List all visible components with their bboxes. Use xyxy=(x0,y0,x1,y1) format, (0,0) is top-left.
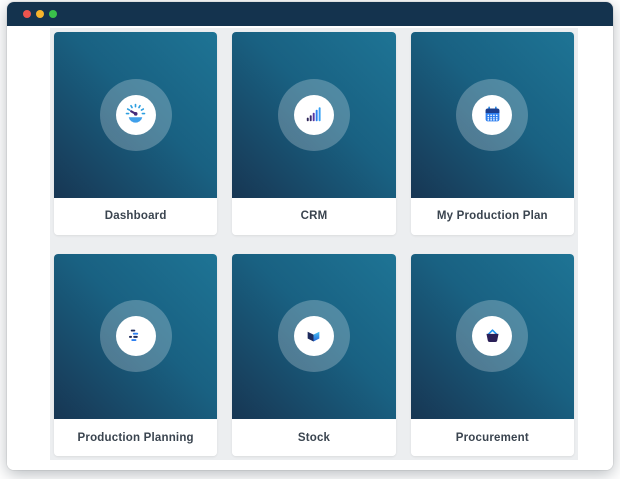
app-grid: Dashboard CRM My Production Plan Product… xyxy=(54,32,574,456)
app-tile-stock[interactable]: Stock xyxy=(232,253,396,456)
icon-circle xyxy=(472,94,513,135)
gauge-icon xyxy=(125,103,146,123)
browser-window: Dashboard CRM My Production Plan Product… xyxy=(7,2,613,470)
box-icon xyxy=(308,331,320,342)
app-tile-my-production-plan[interactable]: My Production Plan xyxy=(410,32,574,235)
icon-circle xyxy=(115,94,156,135)
tile-art xyxy=(54,32,218,198)
tile-art xyxy=(232,253,396,419)
traffic-light-minimize[interactable] xyxy=(36,10,44,18)
icon-circle xyxy=(115,316,156,357)
tile-label: Procurement xyxy=(410,419,574,456)
basket-icon xyxy=(486,329,499,342)
icon-circle xyxy=(293,94,334,135)
traffic-light-maximize[interactable] xyxy=(49,10,57,18)
gantt-chart-icon xyxy=(129,329,139,341)
icon-halo xyxy=(277,300,350,373)
bar-chart-icon xyxy=(307,107,322,122)
titlebar xyxy=(7,2,613,26)
icon-halo xyxy=(277,78,350,151)
app-tile-production-planning[interactable]: Production Planning xyxy=(54,253,218,456)
app-tile-procurement[interactable]: Procurement xyxy=(410,253,574,456)
icon-halo xyxy=(456,300,529,373)
tile-label: CRM xyxy=(232,197,396,235)
tile-art xyxy=(232,32,396,198)
tile-art xyxy=(410,32,574,198)
tile-label: My Production Plan xyxy=(410,197,574,235)
tile-art xyxy=(54,253,218,419)
icon-circle xyxy=(293,316,334,357)
tile-label: Production Planning xyxy=(54,419,218,456)
app-tile-crm[interactable]: CRM xyxy=(232,32,396,235)
icon-circle xyxy=(472,316,513,357)
icon-halo xyxy=(456,78,529,151)
icon-halo xyxy=(99,300,172,373)
traffic-light-close[interactable] xyxy=(23,10,31,18)
tile-label: Dashboard xyxy=(54,197,218,235)
icon-halo xyxy=(99,78,172,151)
app-tile-dashboard[interactable]: Dashboard xyxy=(54,32,218,235)
tile-label: Stock xyxy=(232,419,396,456)
tile-art xyxy=(410,253,574,419)
calendar-icon xyxy=(485,106,500,122)
apps-panel: Dashboard CRM My Production Plan Product… xyxy=(50,28,578,460)
content-area: Dashboard CRM My Production Plan Product… xyxy=(7,26,613,470)
